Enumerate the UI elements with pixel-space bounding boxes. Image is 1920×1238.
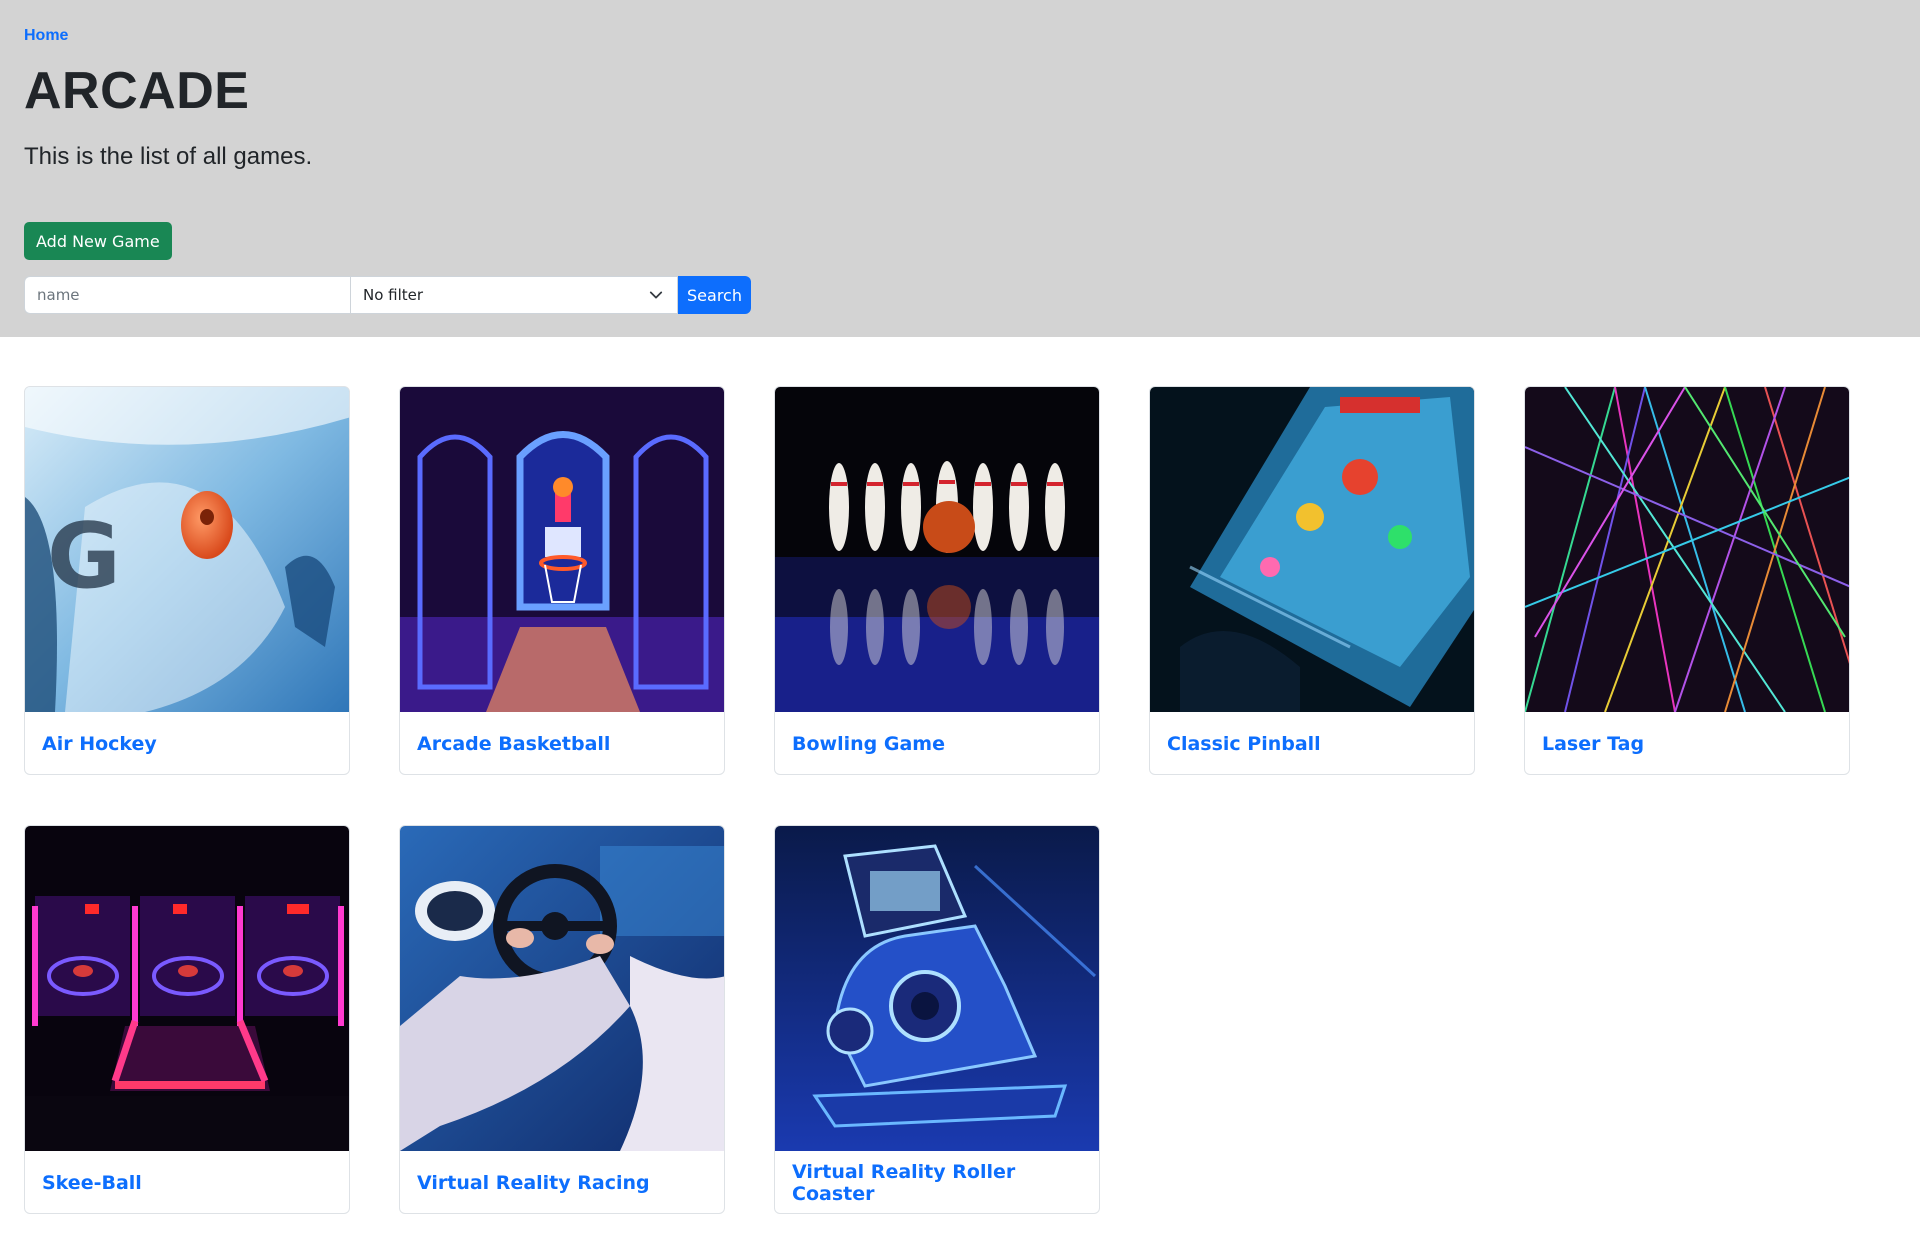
game-title[interactable]: Bowling Game — [775, 712, 1099, 774]
game-title[interactable]: Virtual Reality Roller Coaster — [775, 1151, 1099, 1213]
page-subtitle: This is the list of all games. — [24, 143, 313, 170]
game-card[interactable]: Virtual Reality Racing — [399, 825, 725, 1214]
game-title[interactable]: Laser Tag — [1525, 712, 1849, 774]
game-title[interactable]: Arcade Basketball — [400, 712, 724, 774]
vr-coaster-image — [775, 826, 1099, 1151]
breadcrumb-home-link[interactable]: Home — [24, 27, 68, 45]
bowling-image — [775, 387, 1099, 712]
search-input[interactable] — [24, 276, 351, 314]
game-card[interactable]: Arcade Basketball — [399, 386, 725, 775]
vr-racing-image — [400, 826, 724, 1151]
chevron-down-icon — [649, 291, 663, 299]
game-title[interactable]: Skee-Ball — [25, 1151, 349, 1213]
game-title[interactable]: Air Hockey — [25, 712, 349, 774]
game-card[interactable]: Skee-Ball — [24, 825, 350, 1214]
svg-text:G: G — [47, 504, 121, 609]
game-card[interactable]: Laser Tag — [1524, 386, 1850, 775]
game-card[interactable]: Virtual Reality Roller Coaster — [774, 825, 1100, 1214]
add-new-game-button[interactable]: Add New Game — [24, 222, 172, 260]
laser-tag-image — [1525, 387, 1849, 712]
pinball-image — [1150, 387, 1474, 712]
skee-ball-image — [25, 826, 349, 1151]
page-title: ARCADE — [24, 62, 250, 120]
filter-select[interactable]: No filter — [351, 276, 678, 314]
game-card[interactable]: Classic Pinball — [1149, 386, 1475, 775]
search-form: No filter Search — [24, 276, 751, 314]
game-card[interactable]: G Air Hockey — [24, 386, 350, 775]
filter-selected-value: No filter — [363, 286, 424, 304]
air-hockey-image: G — [25, 387, 349, 712]
game-title[interactable]: Classic Pinball — [1150, 712, 1474, 774]
search-button[interactable]: Search — [678, 276, 751, 314]
game-title[interactable]: Virtual Reality Racing — [400, 1151, 724, 1213]
game-card[interactable]: Bowling Game — [774, 386, 1100, 775]
arcade-basketball-image — [400, 387, 724, 712]
hero-header: Home ARCADE This is the list of all game… — [0, 0, 1920, 337]
